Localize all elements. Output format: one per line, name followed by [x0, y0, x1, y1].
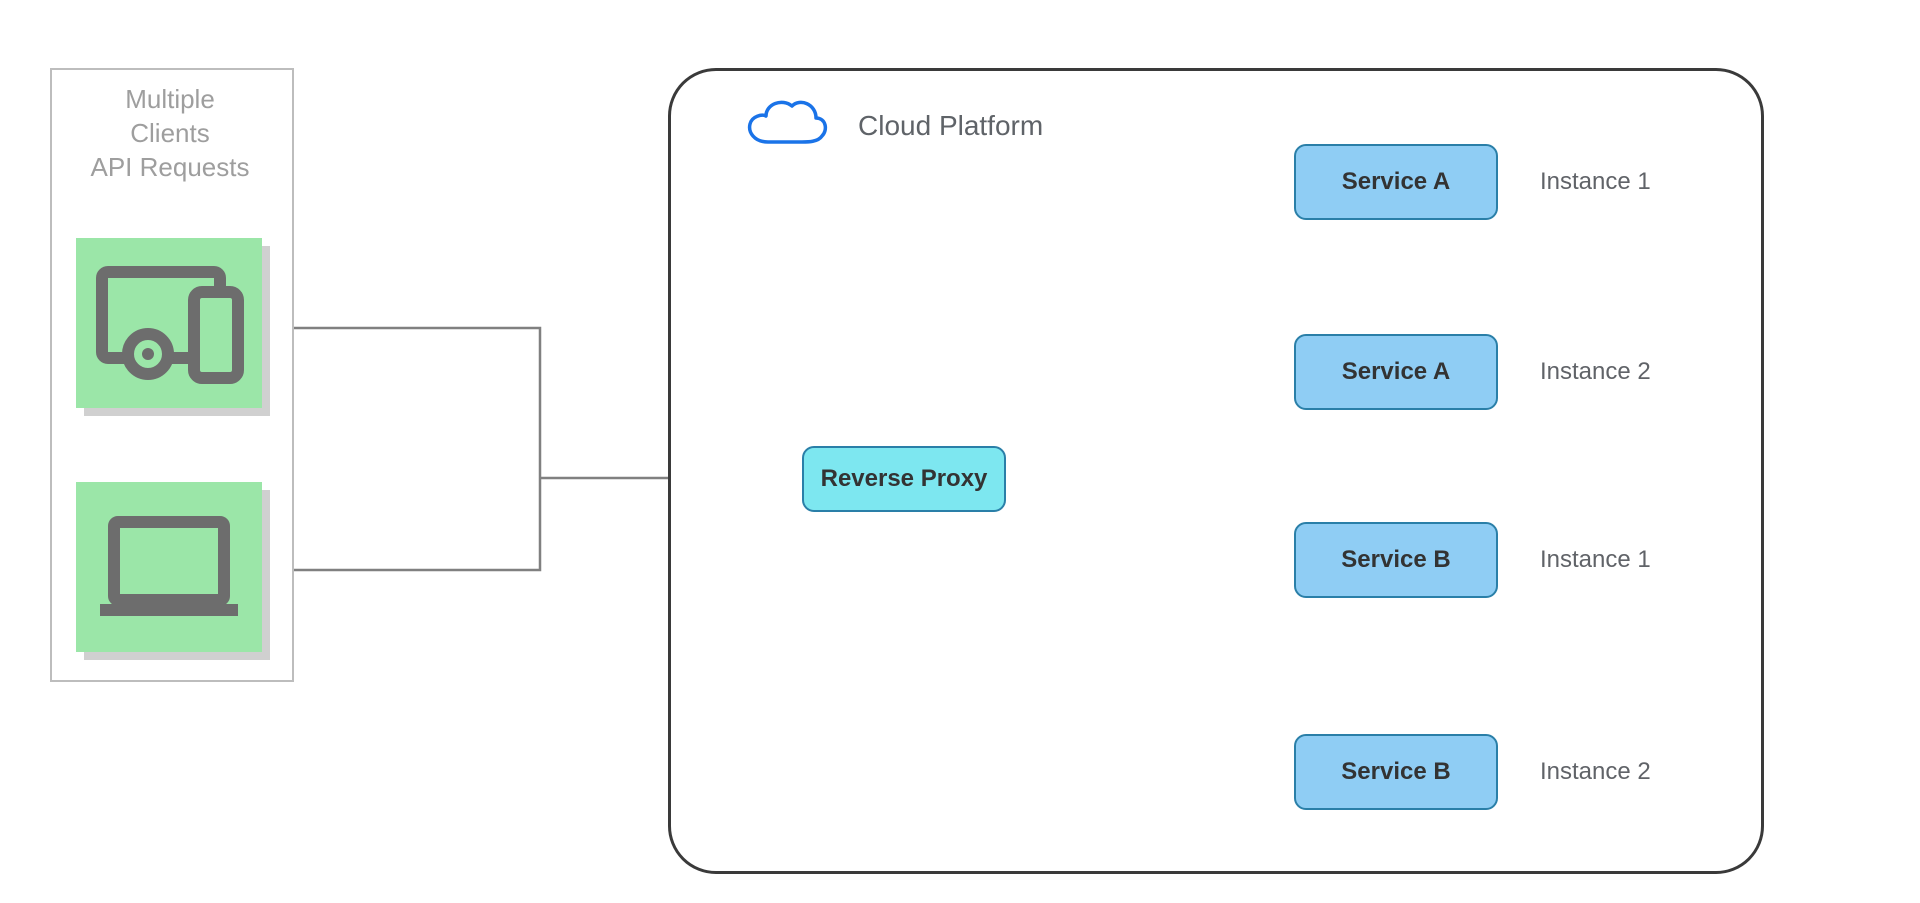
- laptop-icon: [76, 482, 262, 652]
- instance-label-b1: Instance 1: [1540, 546, 1651, 574]
- clients-title-line3: API Requests: [91, 152, 250, 182]
- diagram-stage: Multiple Clients API Requests Cloud P: [0, 0, 1920, 903]
- service-node-b2: Service B: [1294, 734, 1498, 810]
- service-label: Service B: [1341, 546, 1450, 574]
- devices-icon: [76, 238, 262, 408]
- instance-label-a2: Instance 2: [1540, 358, 1651, 386]
- reverse-proxy-label: Reverse Proxy: [821, 465, 988, 493]
- instance-label-a1: Instance 1: [1540, 168, 1651, 196]
- cloud-icon: [742, 96, 832, 156]
- reverse-proxy-node: Reverse Proxy: [802, 446, 1006, 512]
- clients-title-line1: Multiple: [125, 84, 215, 114]
- service-label: Service A: [1342, 168, 1451, 196]
- client-tile-devices: [76, 238, 262, 408]
- client-tile-laptop: [76, 482, 262, 652]
- cloud-label: Cloud Platform: [858, 110, 1043, 142]
- service-node-b1: Service B: [1294, 522, 1498, 598]
- service-node-a2: Service A: [1294, 334, 1498, 410]
- service-label: Service A: [1342, 358, 1451, 386]
- clients-title-line2: Clients: [130, 118, 209, 148]
- service-label: Service B: [1341, 758, 1450, 786]
- clients-title: Multiple Clients API Requests: [50, 82, 290, 184]
- instance-label-b2: Instance 2: [1540, 758, 1651, 786]
- service-node-a1: Service A: [1294, 144, 1498, 220]
